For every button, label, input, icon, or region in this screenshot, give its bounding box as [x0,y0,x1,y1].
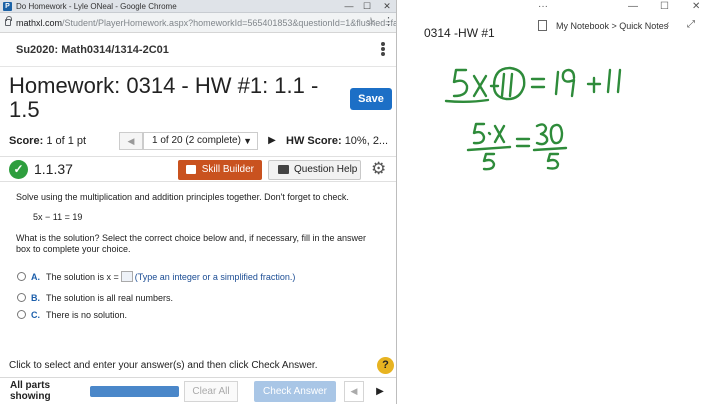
radio-button-c[interactable] [17,310,26,319]
choice-a[interactable]: A. The solution is x = (Type an integer or… [17,271,295,283]
radio-button-a[interactable] [17,272,26,281]
question-select[interactable]: 1 of 20 (2 complete) ▼ [143,132,258,150]
previous-question-button[interactable]: ◀ [119,132,143,150]
all-parts-showing-label: All parts showing [10,380,51,402]
question-bar: ✓ 1.1.37 Skill Builder Question Help ⚙ [0,156,396,182]
choice-letter: C. [31,310,40,320]
ink-digit-5-d [546,152,560,170]
question-select-value: 1 of 20 (2 complete) [152,135,241,146]
ink-x-b [493,124,506,144]
footer-instruction: Click to select and enter your answer(s)… [9,360,318,371]
ink-digit-1 [554,70,560,96]
answer-input[interactable] [120,271,133,282]
dropdown-caret-icon: ▼ [243,136,252,146]
ink-underline [444,98,490,103]
ink-dot [487,131,492,136]
close-button[interactable]: ✕ [380,0,394,13]
ink-plus [586,76,602,94]
ink-equals-b [515,137,531,148]
course-name: Su2020: Math0314/1314-2C01 [16,44,169,56]
window-title: Do Homework - Lyle ONeal - Google Chrome [16,2,177,11]
bookmark-star-icon[interactable]: ☆ [366,16,376,29]
help-icon[interactable]: ? [377,357,394,374]
homework-title: Homework: 0314 - HW #1: 1.1 - 1.5 [9,73,319,122]
next-button[interactable]: ▶ [370,381,390,402]
ink-11 [500,72,514,98]
handwritten-ink [444,66,622,171]
url-path: /Student/PlayerHomework.aspx?homeworkId=… [62,18,397,28]
browser-window: P Do Homework - Lyle ONeal - Google Chro… [0,0,397,404]
hw-score-value: 10%, 2... [344,135,389,147]
ink-digit-5-c [482,152,496,171]
score-value: 1 of 1 pt [46,135,87,147]
score-bar: Score: 1 of 1 pt ◀ 1 of 20 (2 complete) ▼… [0,128,396,154]
progress-bar [90,386,179,397]
choice-c[interactable]: C. There is no solution. [17,309,127,321]
browser-menu-icon[interactable]: ⋮ [383,16,394,29]
choice-text: The solution is x = [46,272,119,282]
course-bar: Su2020: Math0314/1314-2C01 [0,33,396,67]
skill-builder-button[interactable]: Skill Builder [178,160,262,180]
clear-all-button[interactable]: Clear All [184,381,238,402]
maximize-button[interactable]: ☐ [360,0,374,13]
gear-icon[interactable]: ⚙ [371,159,386,179]
ink-digit-9 [561,68,576,98]
kebab-menu-icon[interactable] [380,41,386,59]
bottom-bar: All parts showing Clear All Check Answer… [0,377,396,404]
onenote-window: ··· — ☐ ✕ 0314 -HW #1 My Notebook > Quic… [398,0,720,404]
question-prompt: What is the solution? Select the correct… [16,233,367,254]
minimize-button[interactable]: — [342,0,356,13]
choice-b[interactable]: B. The solution is all real numbers. [17,292,173,304]
previous-button[interactable]: ◀ [344,381,364,402]
question-help-button[interactable]: Question Help [268,160,361,180]
save-button[interactable]: Save [350,88,392,110]
skill-builder-icon [186,165,196,174]
ink-x [472,74,488,98]
lock-icon [5,16,12,26]
question-help-icon [278,165,289,174]
question-equation: 5x − 11 = 19 [33,212,83,222]
next-question-button[interactable]: ▶ [262,132,282,150]
ink-equals [530,77,546,89]
url-host: mathxl.com [16,18,63,28]
radio-button-b[interactable] [17,293,26,302]
hw-score-title: HW Score: [286,135,342,147]
choice-text: There is no solution. [46,310,128,320]
ink-digit-5-b [472,122,486,145]
choice-text: The solution is all real numbers. [46,293,174,303]
progress-fill [90,386,179,397]
mathxl-favicon-icon: P [3,2,12,11]
skill-builder-label: Skill Builder [201,164,254,175]
score-title: Score: [9,135,44,147]
url-text[interactable]: mathxl.com/Student/PlayerHomework.aspx?h… [16,17,397,29]
question-instructions: Solve using the multiplication and addit… [16,192,349,202]
ink-digit-0 [549,123,564,145]
ink-11-b [606,68,622,94]
score-label: Score: 1 of 1 pt [9,135,86,147]
ink-digit-5 [452,68,469,98]
ink-digit-3 [535,123,549,146]
check-answer-button[interactable]: Check Answer [254,381,336,402]
browser-titlebar: P Do Homework - Lyle ONeal - Google Chro… [0,0,396,13]
ink-fraction-bar [466,145,512,152]
choice-letter: B. [31,293,40,303]
question-help-label: Question Help [294,164,358,175]
question-number: 1.1.37 [34,161,73,177]
choice-hint: (Type an integer or a simplified fractio… [134,272,296,282]
choice-letter: A. [31,272,40,282]
address-bar[interactable]: mathxl.com/Student/PlayerHomework.aspx?h… [0,13,397,33]
completed-check-icon: ✓ [9,160,28,179]
ink-fraction-bar-b [532,146,568,152]
hw-score: HW Score: 10%, 2... [286,135,388,147]
